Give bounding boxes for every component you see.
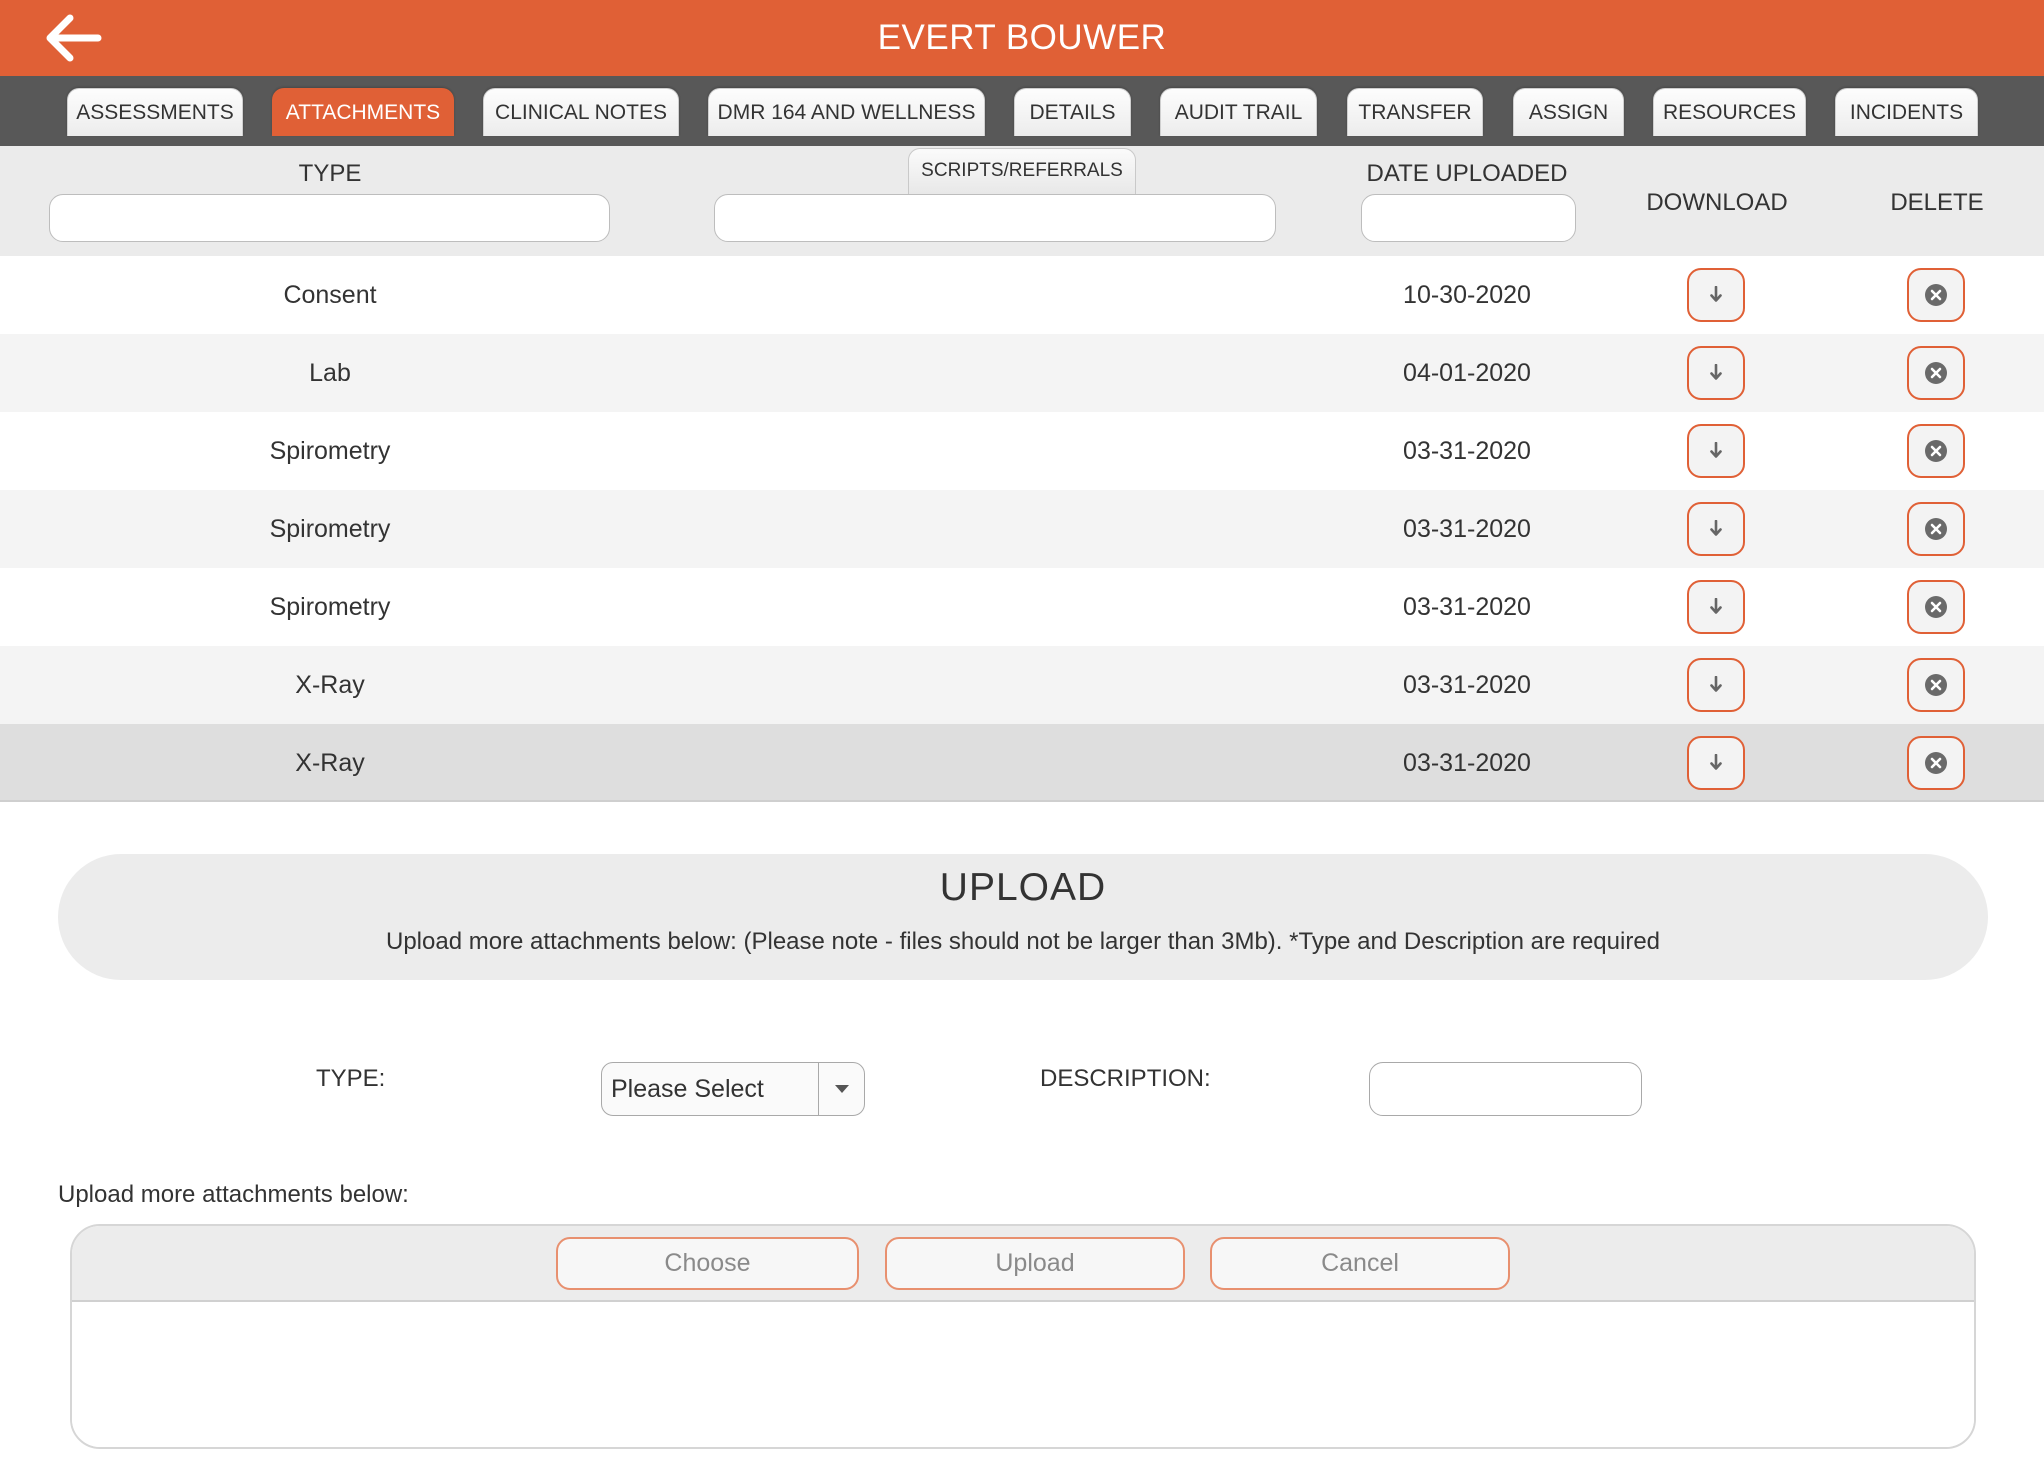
upload-title: UPLOAD: [939, 866, 1107, 909]
row-date: 03-31-2020: [1403, 437, 1531, 465]
tab-incidents[interactable]: INCIDENTS: [1835, 88, 1978, 136]
file-drop-area[interactable]: [72, 1304, 1974, 1447]
table-row[interactable]: X-Ray 03-31-2020: [0, 724, 2044, 802]
row-type: Spirometry: [269, 437, 391, 465]
download-button[interactable]: [1687, 658, 1745, 712]
tab-assessments[interactable]: ASSESSMENTS: [67, 88, 243, 136]
row-type: Spirometry: [269, 593, 391, 621]
header-bar: EVERT BOUWER: [0, 0, 2044, 76]
delete-button[interactable]: [1907, 736, 1965, 790]
cancel-button[interactable]: Cancel: [1210, 1237, 1510, 1290]
row-type: X-Ray: [295, 749, 365, 777]
row-type: Lab: [309, 359, 351, 387]
tab-attachments[interactable]: ATTACHMENTS: [272, 88, 454, 136]
column-header-delete: DELETE: [1890, 189, 1984, 216]
close-circle-icon: [1925, 440, 1947, 462]
download-button[interactable]: [1687, 268, 1745, 322]
upload-note: Upload more attachments below: (Please n…: [385, 928, 1661, 955]
arrow-left-icon: [46, 14, 102, 62]
table-row[interactable]: Spirometry 03-31-2020: [0, 412, 2044, 490]
close-circle-icon: [1925, 284, 1947, 306]
row-date: 04-01-2020: [1403, 359, 1531, 387]
upload-more-label: Upload more attachments below:: [58, 1181, 409, 1208]
close-circle-icon: [1925, 674, 1947, 696]
row-type: Spirometry: [269, 515, 391, 543]
row-date: 03-31-2020: [1403, 593, 1531, 621]
download-button[interactable]: [1687, 736, 1745, 790]
tab-assign[interactable]: ASSIGN: [1513, 88, 1624, 136]
tab-scripts-referrals[interactable]: SCRIPTS/REFERRALS: [908, 148, 1136, 194]
file-upload-panel: Choose Upload Cancel: [70, 1224, 1976, 1449]
close-circle-icon: [1925, 752, 1947, 774]
tab-dmr-164-and-wellness[interactable]: DMR 164 AND WELLNESS: [708, 88, 985, 136]
back-button[interactable]: [40, 12, 104, 64]
download-button[interactable]: [1687, 502, 1745, 556]
table-row[interactable]: Lab 04-01-2020: [0, 334, 2044, 412]
download-button[interactable]: [1687, 424, 1745, 478]
table-row[interactable]: Spirometry 03-31-2020: [0, 490, 2044, 568]
column-header-download: DOWNLOAD: [1646, 189, 1788, 216]
caret-down-icon: [834, 1085, 849, 1093]
row-date: 03-31-2020: [1403, 749, 1531, 777]
tab-details[interactable]: DETAILS: [1014, 88, 1131, 136]
download-arrow-icon: [1710, 520, 1722, 536]
tab-clinical-notes[interactable]: CLINICAL NOTES: [483, 88, 679, 136]
download-arrow-icon: [1710, 754, 1722, 770]
close-circle-icon: [1925, 518, 1947, 540]
row-type: Consent: [283, 281, 377, 309]
download-button[interactable]: [1687, 580, 1745, 634]
column-header-date-uploaded: DATE UPLOADED: [1366, 160, 1568, 187]
type-select[interactable]: Please Select: [601, 1062, 865, 1116]
download-arrow-icon: [1710, 442, 1722, 458]
upload-banner: UPLOAD Upload more attachments below: (P…: [58, 854, 1988, 980]
row-date: 03-31-2020: [1403, 671, 1531, 699]
row-type: X-Ray: [295, 671, 365, 699]
row-date: 10-30-2020: [1403, 281, 1531, 309]
close-circle-icon: [1925, 596, 1947, 618]
delete-button[interactable]: [1907, 502, 1965, 556]
type-select-value: Please Select: [611, 1075, 764, 1103]
download-arrow-icon: [1710, 286, 1722, 302]
download-button[interactable]: [1687, 346, 1745, 400]
tab-transfer[interactable]: TRANSFER: [1347, 88, 1483, 136]
dropdown-toggle[interactable]: [818, 1063, 864, 1115]
delete-button[interactable]: [1907, 658, 1965, 712]
type-filter-input[interactable]: [49, 194, 610, 242]
table-filter-row: TYPE SCRIPTS/REFERRALS DATE UPLOADED DOW…: [0, 146, 2044, 256]
file-upload-toolbar: Choose Upload Cancel: [72, 1226, 1974, 1302]
download-arrow-icon: [1710, 598, 1722, 614]
date-filter-input[interactable]: [1361, 194, 1576, 242]
column-header-type: TYPE: [298, 160, 362, 187]
tab-bar: ASSESSMENTS ATTACHMENTS CLINICAL NOTES D…: [0, 76, 2044, 146]
table-row[interactable]: Consent 10-30-2020: [0, 256, 2044, 334]
delete-button[interactable]: [1907, 424, 1965, 478]
tab-resources[interactable]: RESOURCES: [1653, 88, 1806, 136]
attachments-table: Consent 10-30-2020 Lab 04-01-2020 Spirom…: [0, 256, 2044, 802]
type-label: TYPE:: [316, 1065, 386, 1092]
download-arrow-icon: [1710, 676, 1722, 692]
description-filter-input[interactable]: [714, 194, 1276, 242]
delete-button[interactable]: [1907, 268, 1965, 322]
row-date: 03-31-2020: [1403, 515, 1531, 543]
upload-button[interactable]: Upload: [885, 1237, 1185, 1290]
description-label: DESCRIPTION:: [1040, 1065, 1211, 1092]
download-arrow-icon: [1710, 364, 1722, 380]
table-row[interactable]: X-Ray 03-31-2020: [0, 646, 2044, 724]
delete-button[interactable]: [1907, 580, 1965, 634]
delete-button[interactable]: [1907, 346, 1965, 400]
page-title: EVERT BOUWER: [877, 18, 1167, 57]
tab-audit-trail[interactable]: AUDIT TRAIL: [1160, 88, 1317, 136]
description-input[interactable]: [1369, 1062, 1642, 1116]
choose-button[interactable]: Choose: [556, 1237, 859, 1290]
table-row[interactable]: Spirometry 03-31-2020: [0, 568, 2044, 646]
close-circle-icon: [1925, 362, 1947, 384]
